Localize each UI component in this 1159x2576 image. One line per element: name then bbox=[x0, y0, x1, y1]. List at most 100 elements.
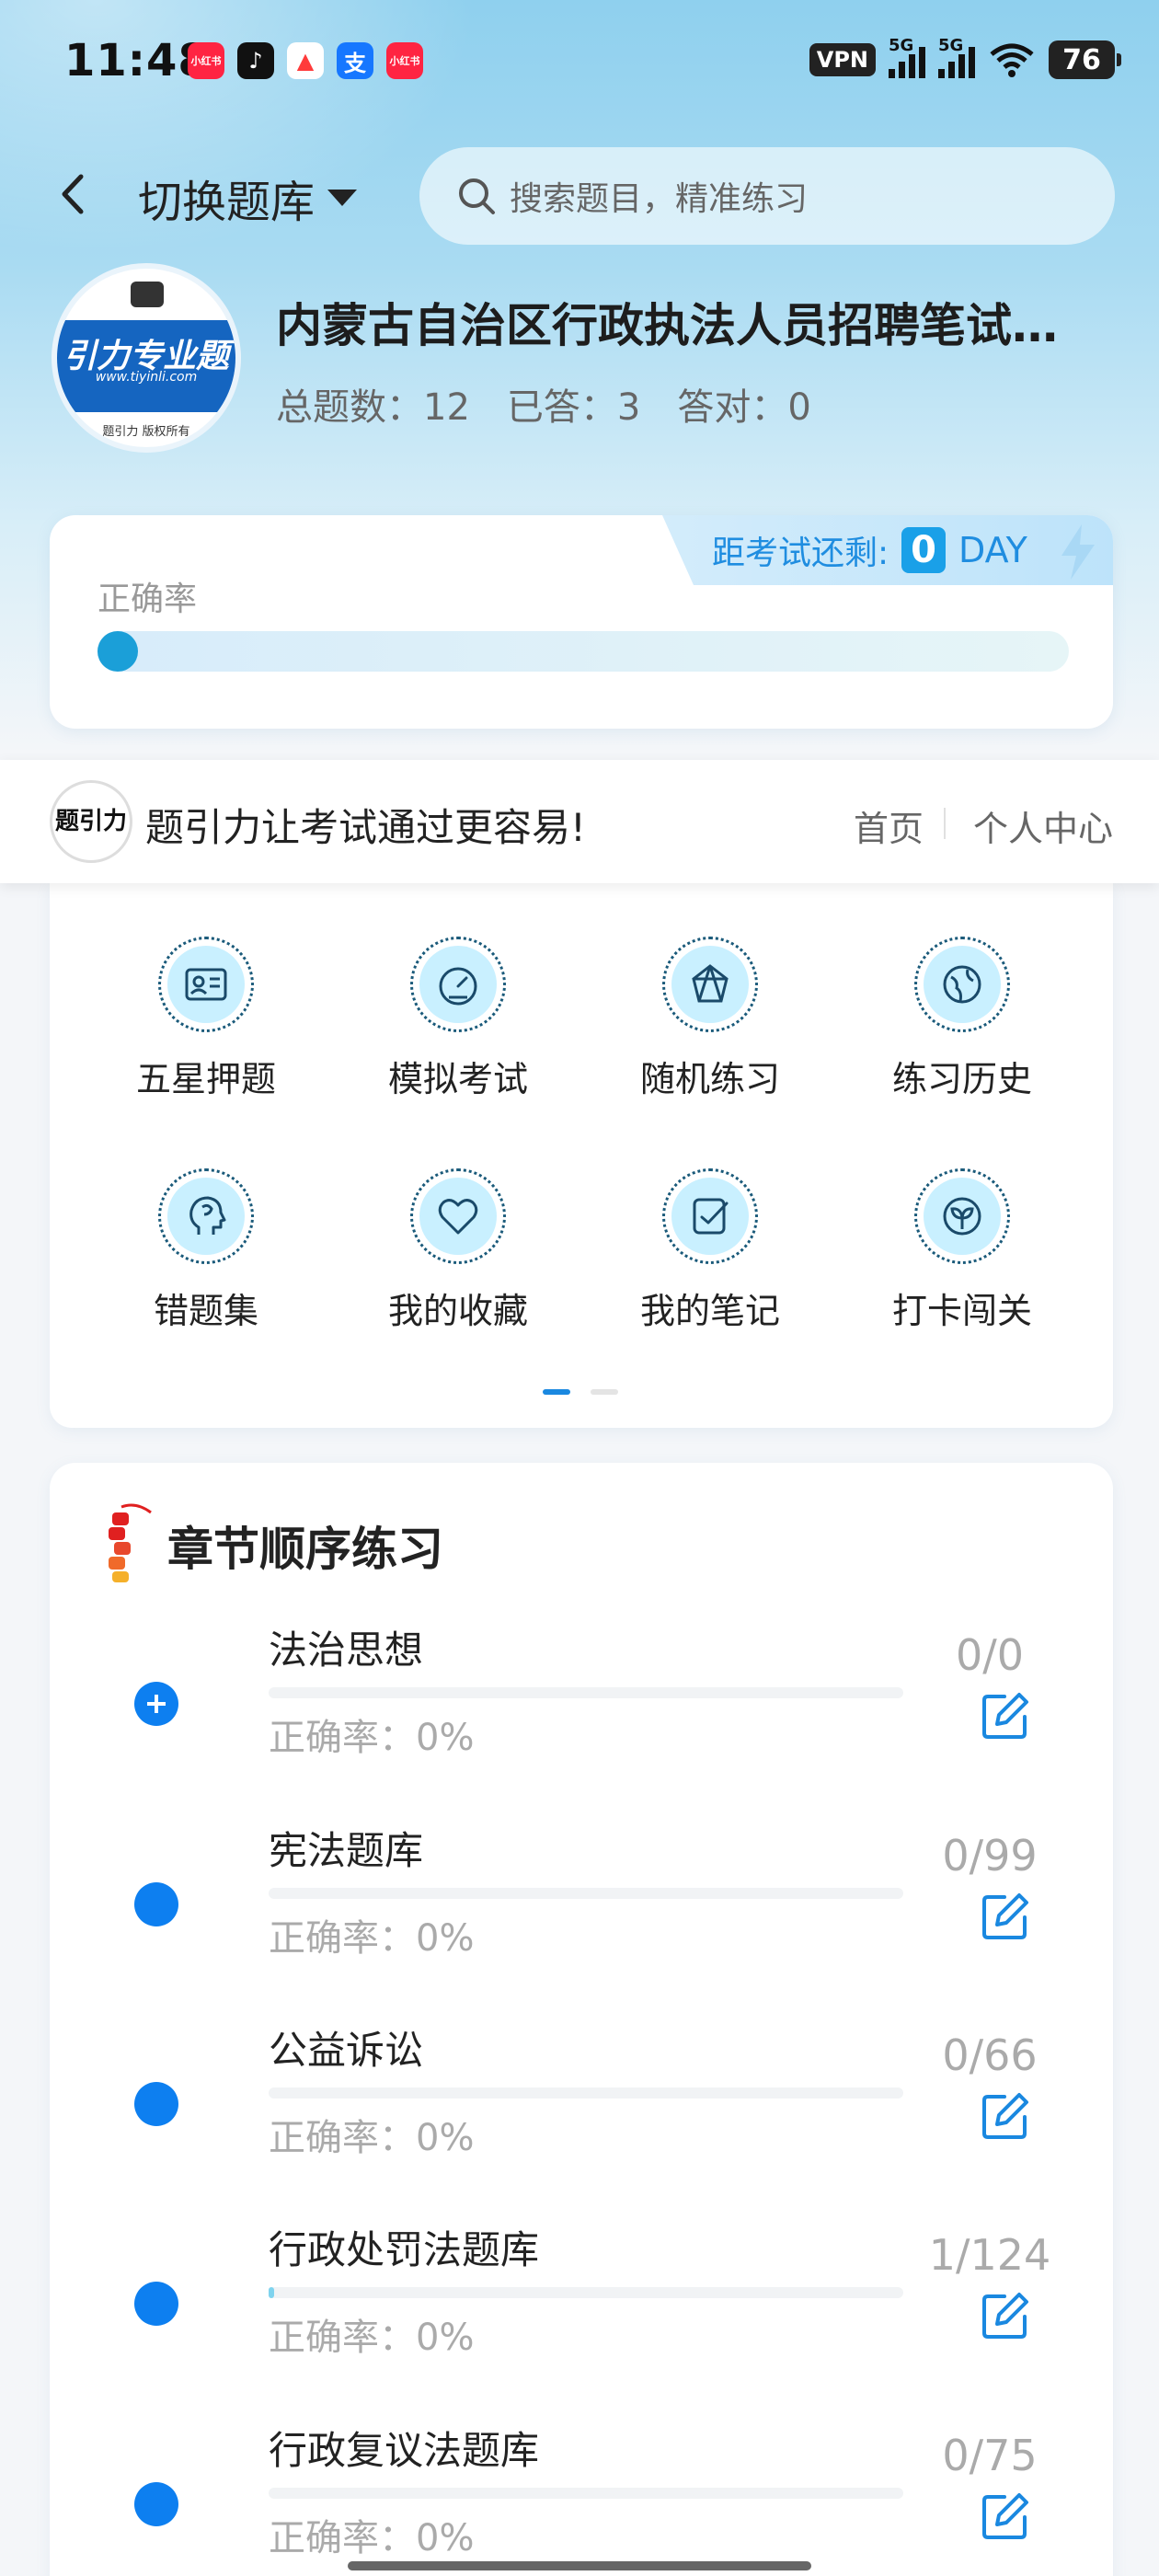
search-placeholder: 搜索题目，精准练习 bbox=[510, 180, 809, 218]
edit-icon[interactable] bbox=[979, 2490, 1032, 2543]
chapter-section-title: 章节顺序练习 bbox=[167, 1523, 443, 1576]
feature-random-practice[interactable]: 随机练习 bbox=[600, 937, 820, 1121]
wifi-icon bbox=[990, 43, 1034, 77]
chapter-count: 1/124 bbox=[928, 2230, 1051, 2280]
gauge-icon bbox=[439, 967, 477, 1006]
accuracy-bar-handle bbox=[98, 631, 138, 672]
app-triangle-icon: ▲ bbox=[287, 42, 324, 79]
chapter-name: 宪法题库 bbox=[269, 1828, 424, 1873]
xiaohongshu-icon-2: 小红书 bbox=[386, 42, 423, 79]
edit-icon[interactable] bbox=[979, 2289, 1032, 2342]
feature-label: 练习历史 bbox=[891, 1059, 1032, 1099]
feature-wrong-questions[interactable]: 错题集 bbox=[96, 1168, 316, 1352]
countdown-unit: DAY bbox=[958, 530, 1027, 570]
chapter-count: 0/75 bbox=[942, 2431, 1038, 2480]
chapter-accuracy: 正确率：0% bbox=[269, 2317, 475, 2359]
chapter-bullet bbox=[134, 2082, 178, 2126]
expand-plus-icon[interactable] bbox=[134, 1682, 178, 1726]
lightning-icon bbox=[1061, 524, 1095, 580]
banner-slogan: 题引力让考试通过更容易! bbox=[145, 805, 586, 850]
id-card-icon bbox=[185, 968, 227, 1001]
chapter-accuracy: 正确率：0% bbox=[269, 1717, 475, 1759]
chapter-name: 行政处罚法题库 bbox=[269, 2227, 540, 2272]
feature-history[interactable]: 练习历史 bbox=[852, 937, 1073, 1121]
firecracker-icon bbox=[109, 1503, 152, 1582]
search-icon bbox=[459, 178, 495, 214]
alipay-icon: 支 bbox=[337, 42, 373, 79]
logo-badge-icon bbox=[131, 282, 164, 307]
back-arrow-icon[interactable] bbox=[52, 171, 98, 217]
chapter-bullet bbox=[134, 2282, 178, 2326]
chapter-accuracy: 正确率：0% bbox=[269, 2517, 475, 2559]
globe-icon bbox=[943, 965, 981, 1004]
chapter-accuracy: 正确率：0% bbox=[269, 2117, 475, 2159]
page-dot-active bbox=[543, 1389, 570, 1395]
feature-label: 模拟考试 bbox=[387, 1059, 528, 1099]
bank-stats: 总题数：12 已答：3 答对：0 bbox=[276, 377, 811, 431]
switch-bank-button[interactable]: 切换题库 bbox=[138, 166, 358, 230]
douyin-icon: ♪ bbox=[237, 42, 274, 79]
chapter-progress-bar bbox=[269, 1687, 903, 1698]
chapter-bullet bbox=[134, 1882, 178, 1926]
page-indicator bbox=[543, 1389, 618, 1395]
feature-label: 随机练习 bbox=[639, 1059, 780, 1099]
countdown-label: 距考试还剩: bbox=[712, 535, 889, 572]
chapter-name: 法治思想 bbox=[269, 1627, 424, 1673]
xiaohongshu-icon: 小红书 bbox=[188, 42, 224, 79]
stat-correct: 答对：0 bbox=[677, 386, 811, 429]
feature-label: 错题集 bbox=[153, 1291, 258, 1331]
status-indicators: VPN 5G 5G 76 bbox=[809, 36, 1121, 79]
chapter-item[interactable]: 宪法题库 正确率：0% 0/99 bbox=[50, 1820, 1113, 2013]
chapter-count: 0/99 bbox=[942, 1831, 1038, 1880]
chapter-progress-bar bbox=[269, 2087, 903, 2099]
feature-label: 打卡闯关 bbox=[891, 1291, 1032, 1331]
home-indicator[interactable] bbox=[348, 2561, 811, 2570]
bank-title: 内蒙古自治区行政执法人员招聘笔试… bbox=[276, 299, 1058, 352]
sprout-icon bbox=[943, 1197, 981, 1236]
feature-mock-exam[interactable]: 模拟考试 bbox=[348, 937, 568, 1121]
accuracy-label: 正确率 bbox=[98, 581, 198, 618]
chapter-header: 章节顺序练习 bbox=[99, 1500, 443, 1592]
chapter-bullet bbox=[134, 2482, 178, 2526]
brain-icon bbox=[189, 1196, 226, 1235]
banner-home-link[interactable]: 首页 bbox=[854, 800, 924, 851]
edit-icon[interactable] bbox=[979, 2089, 1032, 2143]
feature-five-star[interactable]: 五星押题 bbox=[96, 937, 316, 1121]
switch-bank-label: 切换题库 bbox=[138, 177, 316, 228]
battery-icon: 76 bbox=[1049, 40, 1121, 79]
heart-icon bbox=[438, 1199, 478, 1235]
vpn-badge: VPN bbox=[809, 43, 876, 76]
edit-icon[interactable] bbox=[979, 1890, 1032, 1943]
bank-logo: 引力专业题 www.tiyinli.com 题引力 版权所有 bbox=[52, 263, 241, 453]
chapter-progress-bar bbox=[269, 2287, 903, 2298]
chapter-name: 公益诉讼 bbox=[269, 2028, 424, 2073]
countdown-days: 0 bbox=[901, 527, 946, 573]
feature-favorites[interactable]: 我的收藏 bbox=[348, 1168, 568, 1352]
chapter-count: 0/0 bbox=[955, 1630, 1025, 1680]
feature-label: 我的收藏 bbox=[387, 1291, 528, 1331]
exam-countdown: 距考试还剩: 0 DAY bbox=[662, 515, 1113, 585]
status-bar: 11:48 小红书 ♪ ▲ 支 小红书 VPN 5G 5G 76 bbox=[0, 0, 1159, 125]
chapter-item[interactable]: 行政复议法题库 正确率：0% 0/75 bbox=[50, 2420, 1113, 2576]
accuracy-card: 距考试还剩: 0 DAY 正确率 bbox=[50, 515, 1113, 729]
chapter-item[interactable]: 法治思想 正确率：0% 0/0 bbox=[50, 1619, 1113, 1812]
network-icon bbox=[692, 964, 729, 1003]
caret-down-icon bbox=[327, 190, 358, 206]
feature-label: 五星押题 bbox=[135, 1059, 276, 1099]
feature-notes[interactable]: 我的笔记 bbox=[600, 1168, 820, 1352]
chapter-progress-bar bbox=[269, 2488, 903, 2499]
chapter-progress-bar bbox=[269, 1888, 903, 1899]
chapter-item[interactable]: 公益诉讼 正确率：0% 0/66 bbox=[50, 2019, 1113, 2213]
search-input[interactable]: 搜索题目，精准练习 bbox=[419, 147, 1115, 245]
chapter-item[interactable]: 行政处罚法题库 正确率：0% 1/124 bbox=[50, 2219, 1113, 2412]
notification-app-icons: 小红书 ♪ ▲ 支 小红书 bbox=[188, 42, 423, 79]
feature-checkin[interactable]: 打卡闯关 bbox=[852, 1168, 1073, 1352]
signal-icon: 5G bbox=[889, 36, 925, 78]
chapter-practice-card: 章节顺序练习 法治思想 正确率：0% 0/0 宪法题库 正确率：0% 0/99 … bbox=[50, 1463, 1113, 2576]
banner-divider bbox=[944, 808, 946, 839]
chapter-accuracy: 正确率：0% bbox=[269, 1917, 475, 1960]
page-dot[interactable] bbox=[591, 1389, 618, 1395]
signal-icon-2: 5G bbox=[938, 36, 975, 78]
banner-user-center-link[interactable]: 个人中心 bbox=[973, 800, 1113, 851]
edit-icon[interactable] bbox=[979, 1689, 1032, 1742]
